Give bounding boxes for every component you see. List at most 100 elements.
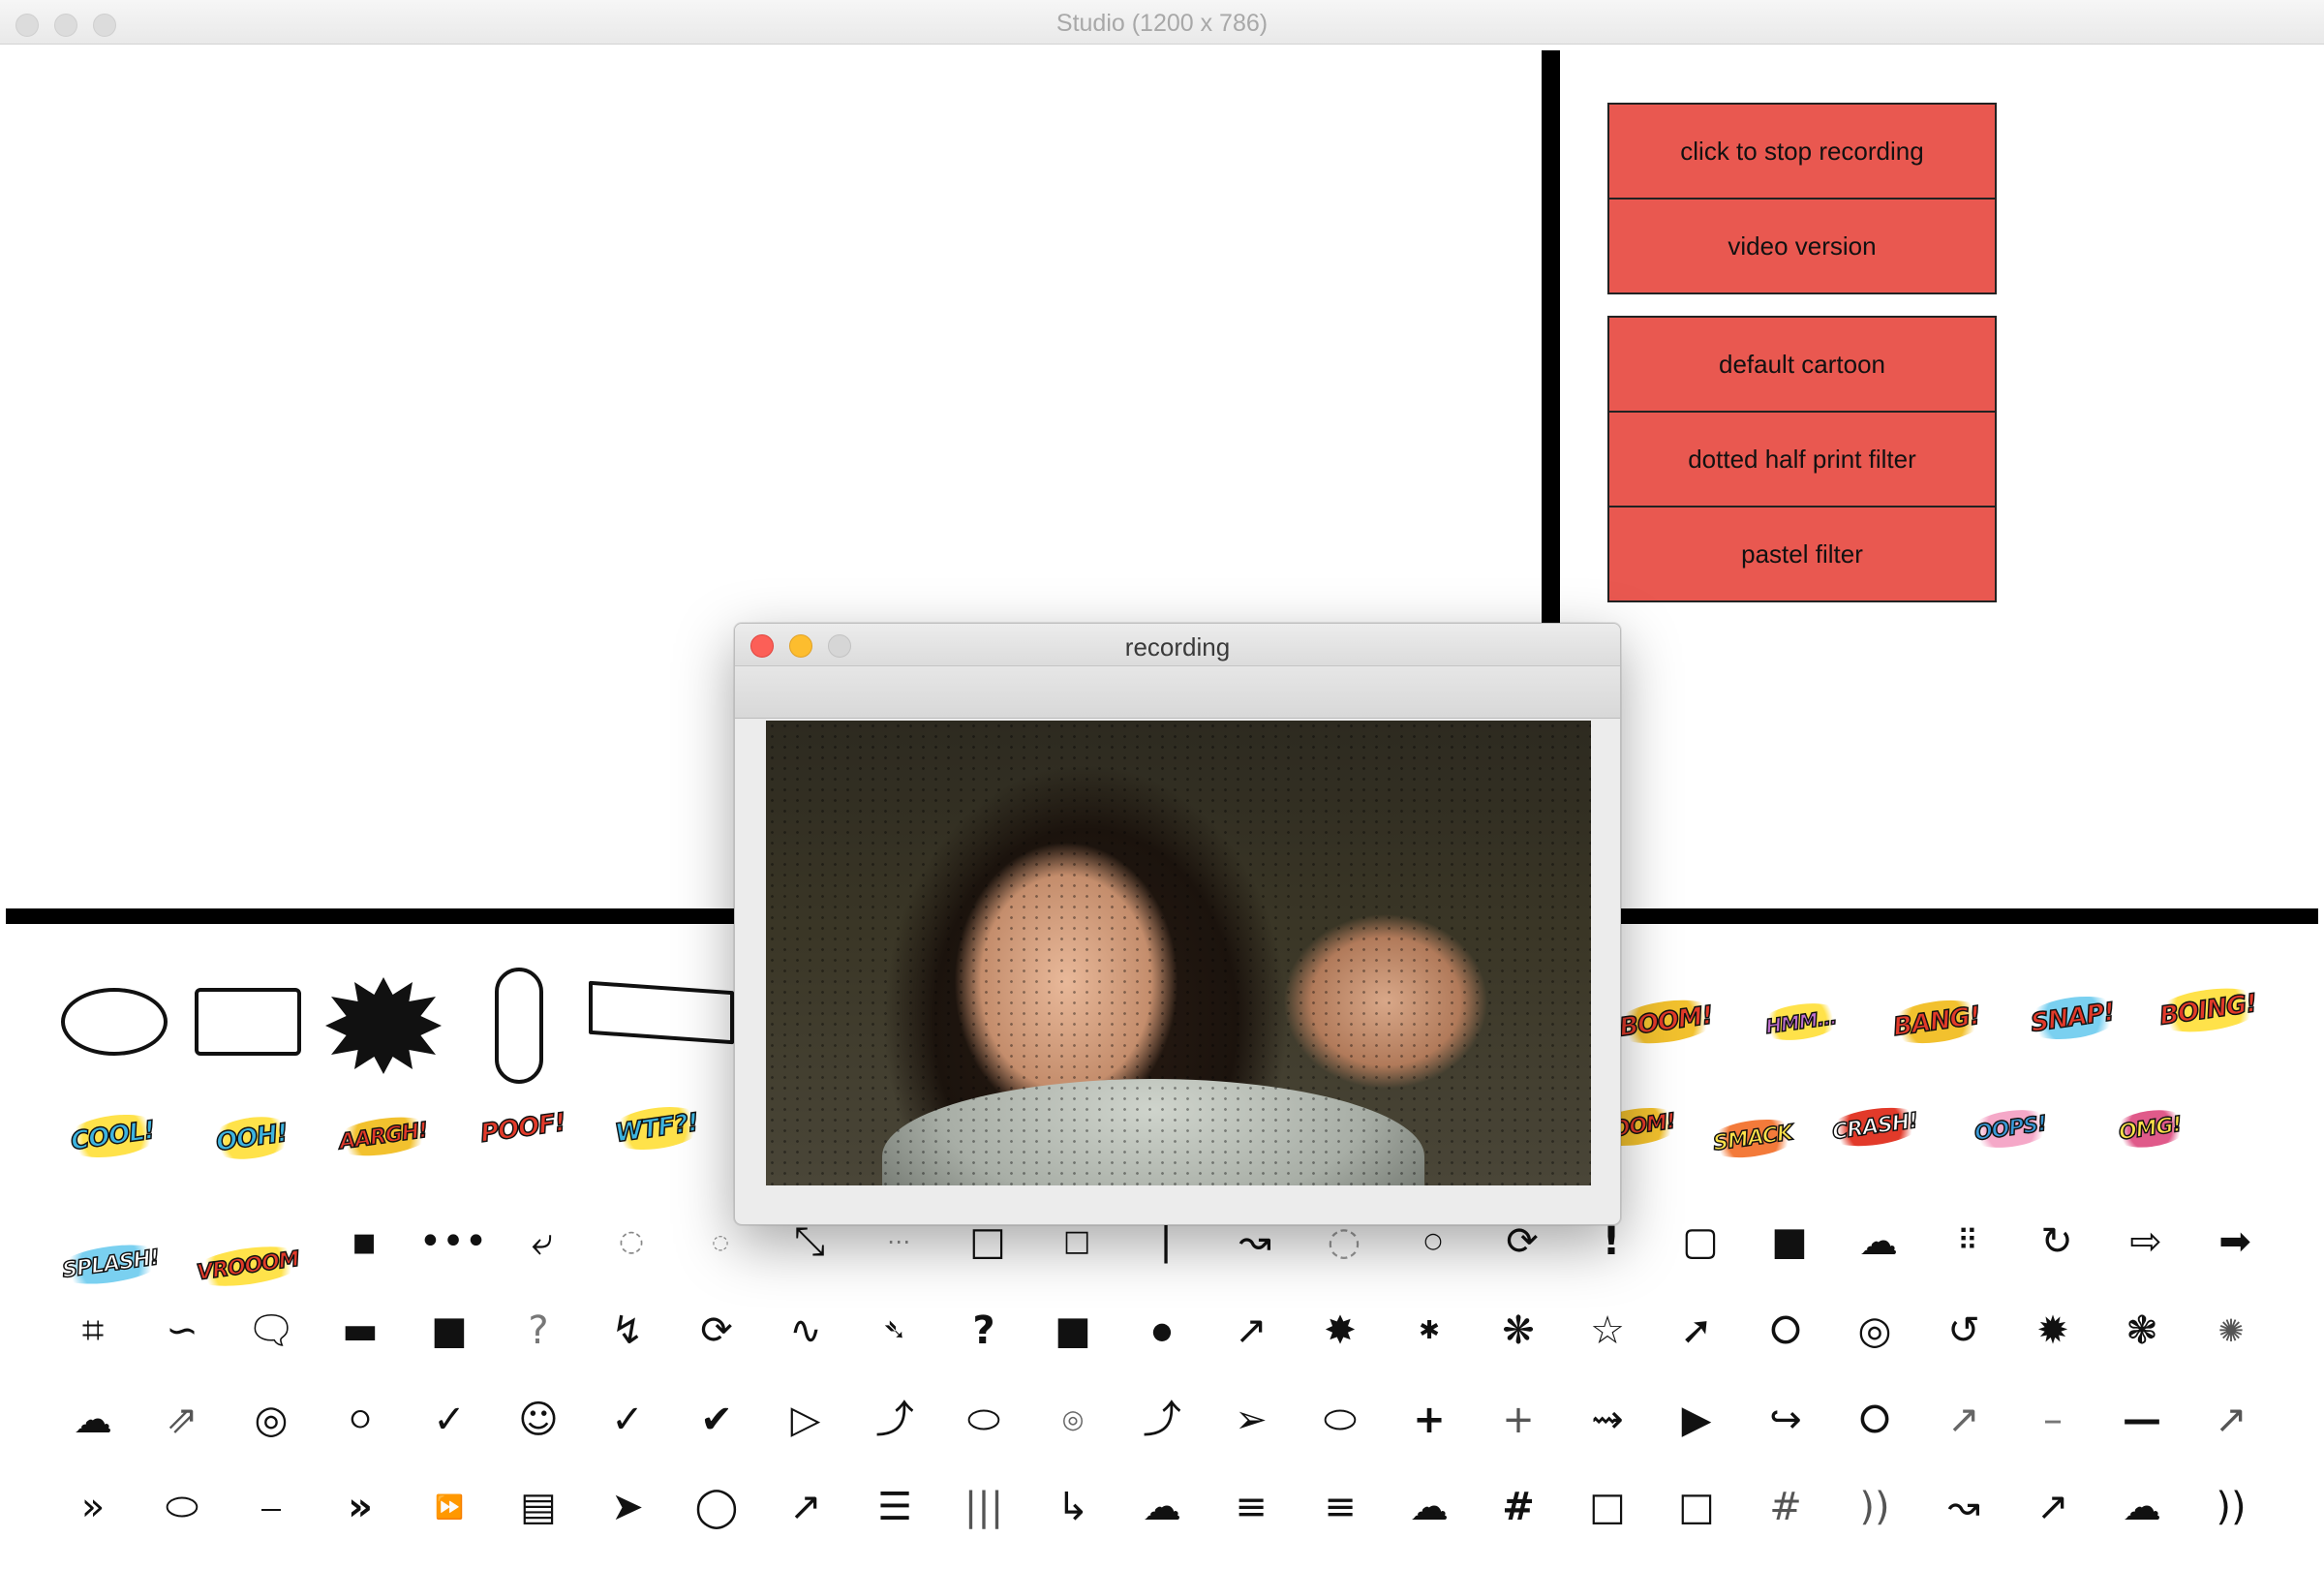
dot-icon[interactable]: ● [1133, 1302, 1191, 1360]
diagonal-arrow-icon[interactable]: ↗ [1222, 1302, 1280, 1360]
dotted-circle-icon[interactable]: ◌ [602, 1213, 660, 1271]
target-icon[interactable]: ◎ [1044, 1391, 1102, 1449]
sticker-word[interactable]: BOING! [2149, 957, 2267, 1063]
right-arrow-filled-icon[interactable]: ➡ [2206, 1213, 2264, 1271]
curved-arrow-icon[interactable]: ⤶ [513, 1213, 571, 1271]
sticker-word[interactable]: POOF! [465, 1075, 581, 1182]
sticker-word[interactable]: COOL! [54, 1083, 170, 1189]
thought-bubble-icon[interactable]: 🗨 [242, 1302, 300, 1360]
concentric-circle-icon[interactable]: ◎ [242, 1391, 300, 1449]
rain-cloud-icon[interactable]: ☁ [2113, 1478, 2171, 1536]
stop-recording-button[interactable]: click to stop recording [1607, 103, 1997, 200]
play-outline-icon[interactable]: ▷ [777, 1391, 835, 1449]
scribble-oval-icon[interactable]: ⬭ [1311, 1391, 1369, 1449]
grid-dots-icon[interactable]: ⠿ [1939, 1213, 1997, 1271]
sticker-word[interactable]: AARGH! [325, 1083, 442, 1189]
default-cartoon-button[interactable]: default cartoon [1607, 316, 1997, 413]
barcode-icon[interactable]: ☰ [866, 1478, 924, 1536]
squiggle-icon[interactable]: ∽ [153, 1302, 211, 1360]
loop-icon[interactable]: ➴ [866, 1302, 924, 1360]
stroke-line-icon[interactable]: ⎯ [242, 1478, 300, 1536]
fast-forward-icon[interactable]: ⏩ [420, 1478, 478, 1536]
wave-lines-icon[interactable]: ∿ [777, 1302, 835, 1360]
wave-arcs-icon[interactable]: )) [2202, 1478, 2260, 1536]
hook-arrow-icon[interactable]: ↪ [1757, 1391, 1815, 1449]
dashed-arrow-icon[interactable]: ⇗ [153, 1391, 211, 1449]
sticker-speech-bubble-rect[interactable] [190, 969, 306, 1075]
paper-plane-icon[interactable]: ➤ [598, 1478, 657, 1536]
ellipsis-icon[interactable]: ••• [419, 1213, 488, 1271]
thin-arrow-icon[interactable]: ↗ [777, 1478, 835, 1536]
counterclockwise-icon[interactable]: ↺ [1935, 1302, 1993, 1360]
filled-rect-icon[interactable]: ■ [1044, 1302, 1102, 1360]
question-thin-icon[interactable]: ? [509, 1302, 567, 1360]
question-bold-icon[interactable]: ? [955, 1302, 1013, 1360]
sound-waves-icon[interactable]: )) [1846, 1478, 1904, 1536]
smile-icon[interactable]: ☺ [509, 1391, 567, 1449]
cloud-icon[interactable]: ☁ [1850, 1213, 1908, 1271]
arrow-bolt-icon[interactable]: ➚ [1667, 1302, 1726, 1360]
swoosh-icon[interactable]: ↗ [1935, 1391, 1993, 1449]
sticker-word[interactable]: SMACK [1695, 1085, 1811, 1191]
step-arrow-icon[interactable]: ↳ [1044, 1478, 1102, 1536]
dash-thin-icon[interactable]: – [2024, 1391, 2082, 1449]
spiral-icon[interactable]: ⌗ [64, 1302, 122, 1360]
frame-icon[interactable]: ▢ [1671, 1213, 1729, 1271]
right-arrow-outline-icon[interactable]: ⇨ [2117, 1213, 2175, 1271]
sticker-word[interactable]: BANG! [1879, 969, 1995, 1075]
wave-arrow-icon[interactable]: ⇝ [1578, 1391, 1636, 1449]
circle-bold-icon[interactable]: ⭘ [1846, 1391, 1904, 1449]
thick-ring-icon[interactable]: ⭘ [1757, 1302, 1815, 1360]
sticker-word[interactable]: OMG! [2092, 1075, 2208, 1182]
brush-circle-icon[interactable]: ◯ [688, 1478, 746, 1536]
dotted-half-print-filter-button[interactable]: dotted half print filter [1607, 411, 1997, 508]
filled-square-icon[interactable]: ■ [1760, 1213, 1819, 1271]
spiky-burst-icon[interactable]: ✸ [1311, 1302, 1369, 1360]
swirl-arrow-icon[interactable]: ⤴ [866, 1391, 924, 1449]
zigzag-line-icon[interactable]: ↝ [1935, 1478, 1993, 1536]
chevrons-icon[interactable]: » [64, 1478, 122, 1536]
hatched-bar-icon[interactable]: ▤ [509, 1478, 567, 1536]
leaf-oval-icon[interactable]: ⬭ [153, 1478, 211, 1536]
sticker-word[interactable]: HMM... [1743, 969, 1859, 1075]
sticker-burst-bubble[interactable] [325, 972, 442, 1079]
cloud-outline-icon[interactable]: ☁ [1133, 1478, 1191, 1536]
small-block-icon[interactable]: ▬ [331, 1302, 389, 1360]
scribble-square-icon[interactable]: ▪ [335, 1213, 393, 1271]
pastel-filter-button[interactable]: pastel filter [1607, 506, 1997, 602]
sticker-word[interactable]: SNAP! [2014, 965, 2130, 1071]
sticker-word[interactable]: CRASH! [1817, 1073, 1933, 1180]
asterisk-icon[interactable]: ✱ [1400, 1302, 1458, 1360]
cursor-arrow-icon[interactable]: ➢ [1222, 1391, 1280, 1449]
text-lines-icon[interactable]: ≡ [1311, 1478, 1369, 1536]
sticker-speech-bubble-oval[interactable] [56, 969, 172, 1075]
small-cloud-icon[interactable]: ☁ [64, 1391, 122, 1449]
list-lines-icon[interactable]: ≡ [1222, 1478, 1280, 1536]
loop-up-arrow-icon[interactable]: ⤴ [1133, 1391, 1191, 1449]
hash-thin-icon[interactable]: # [1757, 1478, 1815, 1536]
check-thin-icon[interactable]: ✓ [598, 1391, 657, 1449]
bold-ring-icon[interactable]: ⭘ [331, 1391, 389, 1449]
oval-icon[interactable]: ⬭ [955, 1391, 1013, 1449]
cycle-arrows-icon[interactable]: ⟳ [688, 1302, 746, 1360]
rect-frame-icon[interactable]: □ [1667, 1478, 1726, 1536]
check-arrow-icon[interactable]: ✓ [420, 1391, 478, 1449]
double-ring-icon[interactable]: ◎ [1846, 1302, 1904, 1360]
check-bold-icon[interactable]: ✔ [688, 1391, 746, 1449]
sticker-tall-bubble[interactable] [461, 968, 577, 1084]
sticker-word[interactable]: WTF?! [598, 1075, 715, 1182]
square-frame-icon[interactable]: □ [1578, 1478, 1636, 1536]
plus-thin-icon[interactable]: + [1489, 1391, 1547, 1449]
splat-icon[interactable]: ❋ [1489, 1302, 1547, 1360]
tally-marks-icon[interactable]: ||| [955, 1478, 1013, 1536]
curve-line-icon[interactable]: ↗ [2202, 1391, 2260, 1449]
star-icon[interactable]: ☆ [1578, 1302, 1636, 1360]
sticker-wide-bubble[interactable] [589, 959, 734, 1065]
play-filled-icon[interactable]: ▶ [1667, 1391, 1726, 1449]
video-version-button[interactable]: video version [1607, 198, 1997, 294]
refresh-icon[interactable]: ↻ [2028, 1213, 2086, 1271]
double-chevron-icon[interactable]: » [331, 1478, 389, 1536]
sticker-word[interactable]: BOOM! [1607, 969, 1724, 1075]
sticker-word[interactable]: OOPS! [1952, 1075, 2068, 1182]
black-block-icon[interactable]: ■ [420, 1302, 478, 1360]
